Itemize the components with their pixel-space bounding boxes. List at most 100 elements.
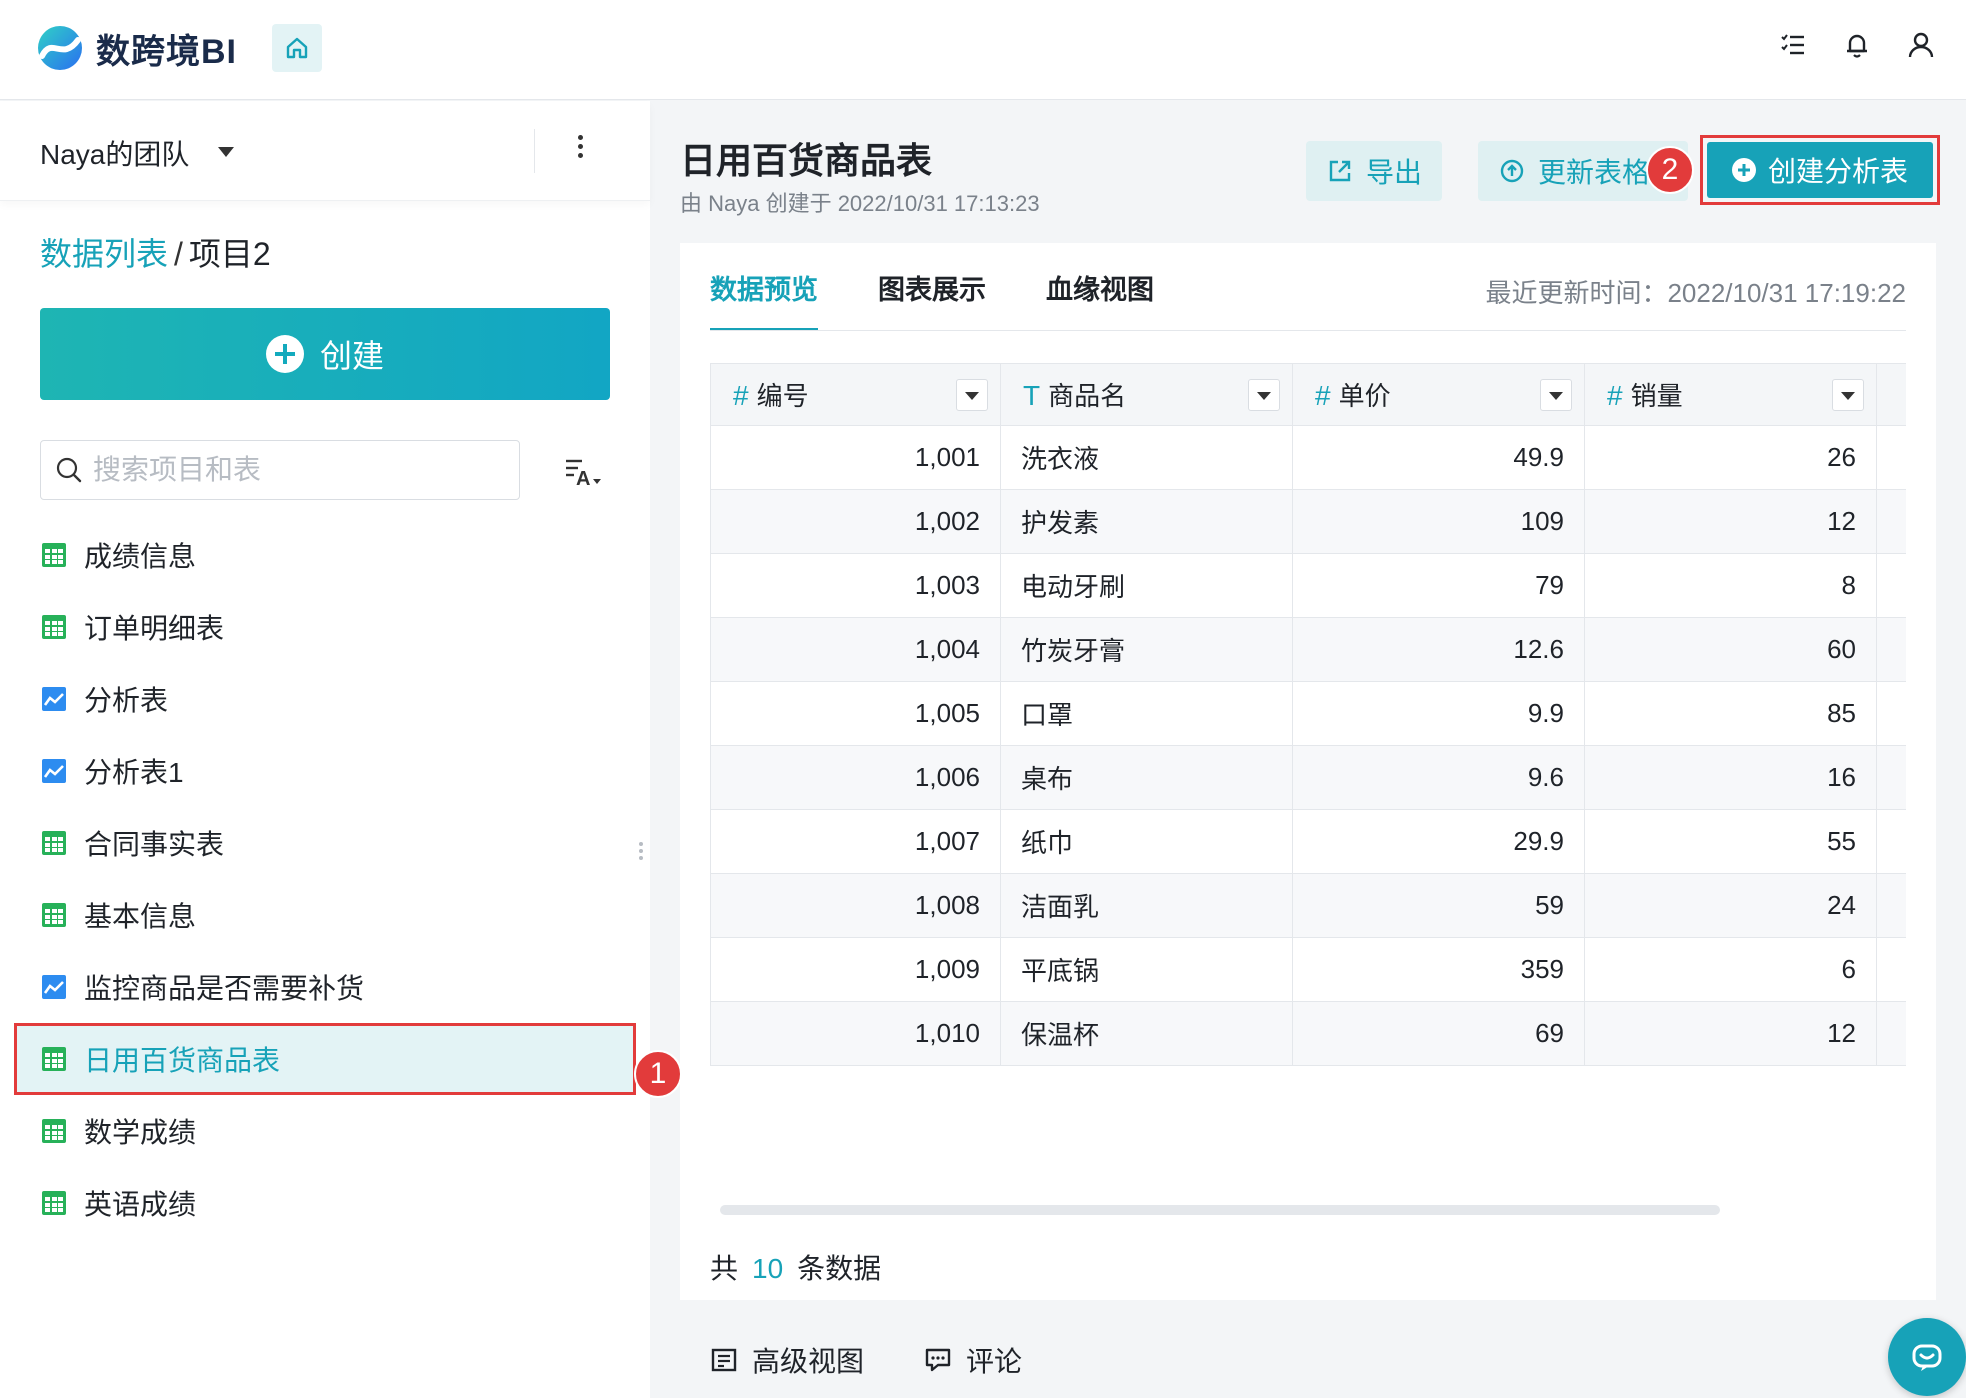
breadcrumb-current: 项目2	[188, 236, 271, 272]
cell[interactable]: 竹炭牙膏	[1000, 617, 1293, 682]
column-header[interactable]: # 单价	[1292, 363, 1585, 426]
list-item[interactable]: 合同事实表	[0, 807, 650, 879]
create-button[interactable]: 创建	[40, 308, 610, 400]
cell[interactable]: 纸巾	[1000, 809, 1293, 874]
tab-lineage-view[interactable]: 血缘视图	[1046, 243, 1154, 331]
cell	[1876, 873, 1906, 938]
search-icon	[56, 457, 82, 483]
row-count-prefix: 共	[710, 1253, 739, 1284]
cell[interactable]: 85	[1584, 681, 1877, 746]
cell	[1876, 489, 1906, 554]
cell[interactable]: 口罩	[1000, 681, 1293, 746]
cell[interactable]: 16	[1584, 745, 1877, 810]
cell	[1876, 745, 1906, 810]
export-button[interactable]: 导出	[1306, 141, 1443, 201]
cell[interactable]: 69	[1292, 1001, 1585, 1066]
list-item[interactable]: 订单明细表	[0, 591, 650, 663]
cell[interactable]: 55	[1584, 809, 1877, 874]
cell[interactable]: 护发素	[1000, 489, 1293, 554]
cell[interactable]: 26	[1584, 425, 1877, 490]
number-type-icon: #	[1315, 380, 1331, 411]
cell[interactable]: 109	[1292, 489, 1585, 554]
list-item[interactable]: 分析表1	[0, 735, 650, 807]
cell[interactable]: 12.6	[1292, 617, 1585, 682]
more-vertical-icon[interactable]	[570, 131, 590, 171]
column-header[interactable]: # 销量	[1584, 363, 1877, 426]
cell[interactable]: 1,002	[710, 489, 1001, 554]
user-icon[interactable]	[1906, 30, 1936, 60]
task-list-icon[interactable]	[1778, 30, 1808, 60]
column-dropdown-icon[interactable]	[1832, 379, 1864, 411]
cell[interactable]: 洗衣液	[1000, 425, 1293, 490]
cell[interactable]: 49.9	[1292, 425, 1585, 490]
comments-button[interactable]: 评论	[924, 1340, 1022, 1380]
brand-logo[interactable]: 数跨境BI	[34, 22, 237, 74]
cell[interactable]: 12	[1584, 489, 1877, 554]
horizontal-scrollbar[interactable]	[720, 1205, 1720, 1215]
list-item[interactable]: 数学成绩	[0, 1095, 650, 1167]
table-row: 1,008 洁面乳 59 24	[710, 873, 1906, 938]
list-item-active[interactable]: 日用百货商品表	[14, 1023, 636, 1095]
tab-chart-display[interactable]: 图表展示	[878, 243, 986, 331]
cell[interactable]: 1,007	[710, 809, 1001, 874]
search-input[interactable]	[93, 454, 493, 486]
analysis-icon	[42, 975, 66, 999]
cell[interactable]: 1,004	[710, 617, 1001, 682]
cell[interactable]: 1,003	[710, 553, 1001, 618]
cell[interactable]: 保温杯	[1000, 1001, 1293, 1066]
team-name[interactable]: Naya的团队	[40, 133, 189, 173]
cell[interactable]: 平底锅	[1000, 937, 1293, 1002]
cell[interactable]: 24	[1584, 873, 1877, 938]
cell[interactable]: 1,009	[710, 937, 1001, 1002]
cell[interactable]: 1,008	[710, 873, 1001, 938]
cell[interactable]: 洁面乳	[1000, 873, 1293, 938]
cell[interactable]: 1,005	[710, 681, 1001, 746]
column-name: 销量	[1630, 381, 1683, 411]
cell[interactable]: 桌布	[1000, 745, 1293, 810]
list-item[interactable]: 成绩信息	[0, 519, 650, 591]
bell-icon[interactable]	[1842, 30, 1872, 60]
cell[interactable]: 电动牙刷	[1000, 553, 1293, 618]
cell[interactable]: 12	[1584, 1001, 1877, 1066]
cell[interactable]: 359	[1292, 937, 1585, 1002]
column-header[interactable]: T 商品名	[1000, 363, 1293, 426]
table-icon	[42, 543, 66, 567]
cell[interactable]: 29.9	[1292, 809, 1585, 874]
cell[interactable]: 1,001	[710, 425, 1001, 490]
cell[interactable]: 9.6	[1292, 745, 1585, 810]
list-item-label: 监控商品是否需要补货	[84, 973, 365, 1004]
cell[interactable]: 1,010	[710, 1001, 1001, 1066]
cell[interactable]: 9.9	[1292, 681, 1585, 746]
cell[interactable]: 79	[1292, 553, 1585, 618]
cell[interactable]: 6	[1584, 937, 1877, 1002]
home-icon	[286, 37, 308, 59]
list-item[interactable]: 分析表	[0, 663, 650, 735]
resize-handle[interactable]	[638, 839, 644, 869]
breadcrumb-data-list[interactable]: 数据列表	[40, 236, 168, 272]
cell[interactable]: 59	[1292, 873, 1585, 938]
cell[interactable]: 8	[1584, 553, 1877, 618]
number-type-icon: #	[1607, 380, 1623, 411]
home-button[interactable]	[272, 24, 322, 72]
column-header[interactable]: # 编号	[710, 363, 1001, 426]
support-chat-button[interactable]	[1888, 1318, 1966, 1396]
advanced-view-button[interactable]: 高级视图	[710, 1340, 864, 1380]
list-item[interactable]: 监控商品是否需要补货	[0, 951, 650, 1023]
advanced-view-label: 高级视图	[752, 1346, 865, 1377]
column-dropdown-icon[interactable]	[1248, 379, 1280, 411]
cell[interactable]: 1,006	[710, 745, 1001, 810]
create-analysis-button[interactable]: 创建分析表	[1700, 135, 1940, 205]
caret-down-icon[interactable]	[218, 147, 234, 157]
column-dropdown-icon[interactable]	[1540, 379, 1572, 411]
list-item-label: 分析表1	[84, 757, 184, 788]
tab-data-preview[interactable]: 数据预览	[710, 243, 818, 331]
table-row: 1,004 竹炭牙膏 12.6 60	[710, 617, 1906, 682]
list-item[interactable]: 英语成绩	[0, 1167, 650, 1239]
cell[interactable]: 60	[1584, 617, 1877, 682]
column-dropdown-icon[interactable]	[956, 379, 988, 411]
sort-icon[interactable]: A	[562, 453, 606, 493]
list-item[interactable]: 基本信息	[0, 879, 650, 951]
page-subtitle: 由 Naya 创建于 2022/10/31 17:13:23	[680, 191, 1040, 216]
footer-bar: 高级视图 评论	[710, 1340, 1022, 1380]
column-header-overflow	[1876, 363, 1906, 426]
